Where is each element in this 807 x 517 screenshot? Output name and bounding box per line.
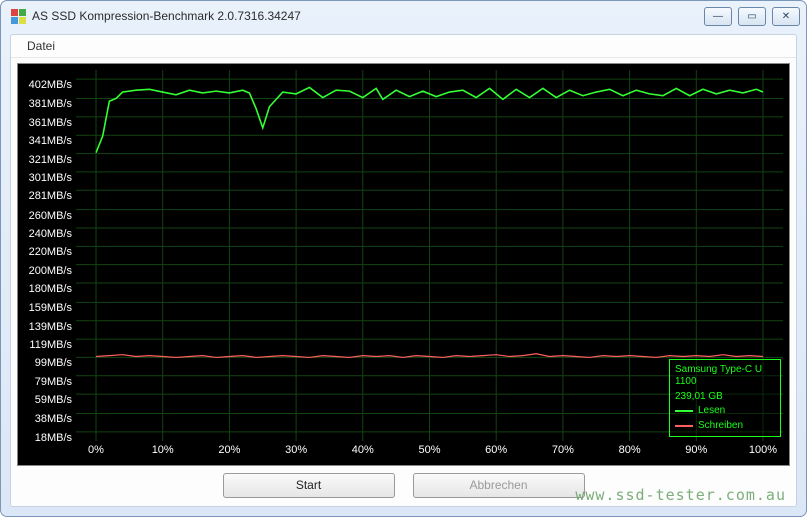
x-tick-label: 20%: [218, 444, 240, 456]
y-tick-label: 341MB/s: [29, 135, 72, 147]
x-axis: 0% 10% 20% 30% 40% 50% 60% 70% 80% 90% 100%: [76, 441, 783, 465]
y-tick-label: 240MB/s: [29, 228, 72, 240]
cancel-button[interactable]: Abbrechen: [413, 473, 585, 498]
y-tick-label: 281MB/s: [29, 190, 72, 202]
y-tick-label: 159MB/s: [29, 302, 72, 314]
app-icon: [10, 8, 26, 24]
legend-write-row: Schreiben: [675, 420, 775, 433]
y-tick-label: 119MB/s: [29, 339, 72, 351]
x-tick-label: 100%: [749, 444, 777, 456]
x-tick-label: 0%: [88, 444, 104, 456]
y-tick-label: 361MB/s: [29, 117, 72, 129]
maximize-button[interactable]: ▭: [738, 7, 766, 26]
x-tick-label: 50%: [418, 444, 440, 456]
start-button[interactable]: Start: [223, 473, 395, 498]
y-tick-label: 139MB/s: [29, 321, 72, 333]
legend: Samsung Type-C U 1100 239,01 GB Lesen Sc…: [669, 359, 781, 438]
menu-file[interactable]: Datei: [21, 37, 61, 55]
legend-write-label: Schreiben: [698, 420, 743, 433]
window-title: AS SSD Kompression-Benchmark 2.0.7316.34…: [32, 9, 704, 23]
x-tick-label: 40%: [352, 444, 374, 456]
legend-capacity: 239,01 GB: [675, 391, 775, 404]
x-tick-label: 10%: [152, 444, 174, 456]
legend-read-swatch: [675, 410, 693, 412]
legend-write-swatch: [675, 425, 693, 427]
y-tick-label: 79MB/s: [35, 376, 72, 388]
y-tick-label: 18MB/s: [35, 432, 72, 444]
close-button[interactable]: ✕: [772, 7, 800, 26]
titlebar: AS SSD Kompression-Benchmark 2.0.7316.34…: [1, 1, 806, 31]
chart: 18MB/s 38MB/s 59MB/s 79MB/s 99MB/s 119MB/s 139…: [17, 63, 790, 466]
app-window: AS SSD Kompression-Benchmark 2.0.7316.34…: [0, 0, 807, 517]
x-tick-label: 70%: [552, 444, 574, 456]
y-tick-label: 381MB/s: [29, 98, 72, 110]
y-tick-label: 220MB/s: [29, 246, 72, 258]
x-tick-label: 60%: [485, 444, 507, 456]
y-tick-label: 200MB/s: [29, 265, 72, 277]
y-tick-label: 301MB/s: [29, 172, 72, 184]
y-tick-label: 321MB/s: [29, 154, 72, 166]
y-tick-label: 180MB/s: [29, 283, 72, 295]
window-controls: — ▭ ✕: [704, 7, 800, 26]
x-tick-label: 90%: [685, 444, 707, 456]
menu-bar: Datei: [11, 35, 796, 58]
legend-read-row: Lesen: [675, 405, 775, 418]
minimize-button[interactable]: —: [704, 7, 732, 26]
legend-model: 1100: [675, 376, 775, 389]
client-area: Datei 18MB/s 38MB/s 59MB/s 79MB/s 99MB/s 119M…: [10, 34, 797, 507]
x-tick-label: 30%: [285, 444, 307, 456]
y-axis: 18MB/s 38MB/s 59MB/s 79MB/s 99MB/s 119MB/s 139…: [18, 70, 76, 441]
y-tick-label: 38MB/s: [35, 413, 72, 425]
y-tick-label: 99MB/s: [35, 357, 72, 369]
x-tick-label: 80%: [619, 444, 641, 456]
legend-device: Samsung Type-C U: [675, 364, 775, 377]
legend-read-label: Lesen: [698, 405, 725, 418]
y-tick-label: 59MB/s: [35, 394, 72, 406]
y-tick-label: 260MB/s: [29, 210, 72, 222]
watermark: www.ssd-tester.com.au: [575, 486, 786, 504]
y-tick-label: 402MB/s: [29, 79, 72, 91]
